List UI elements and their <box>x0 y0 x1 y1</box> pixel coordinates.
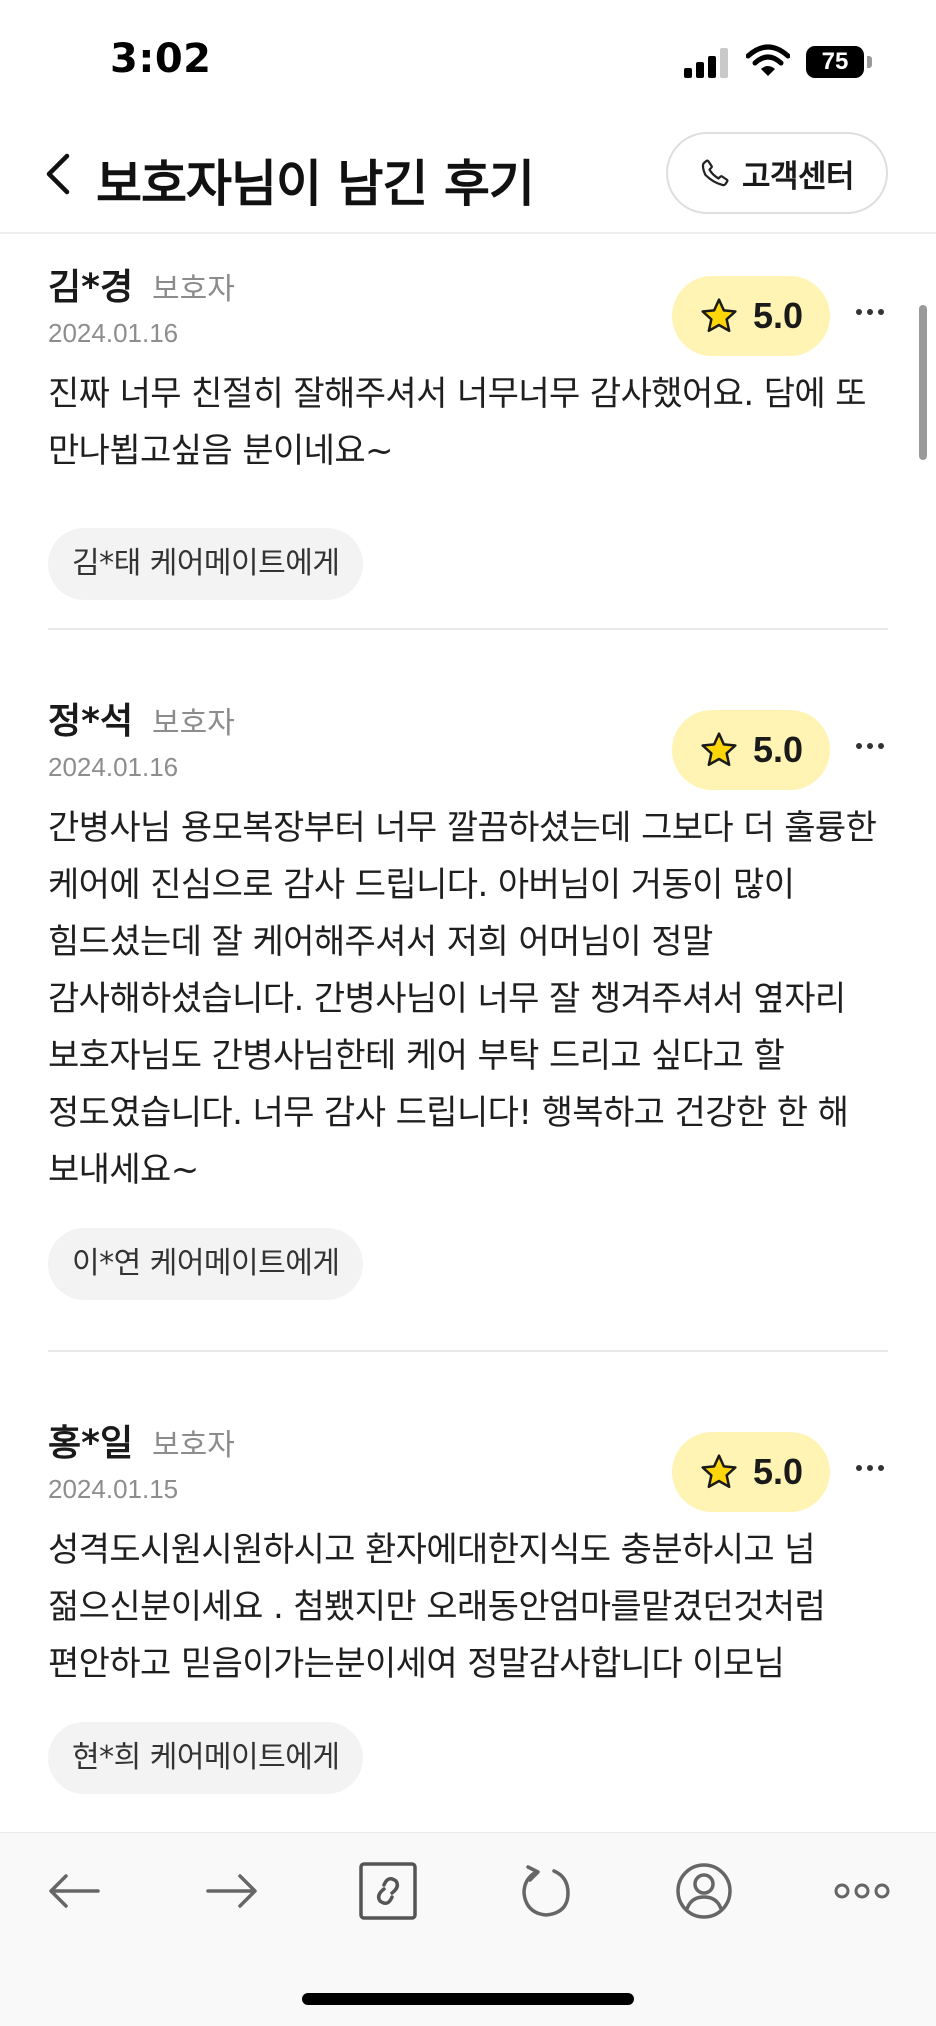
customer-center-label: 고객센터 <box>741 158 855 195</box>
scrollbar[interactable] <box>919 305 927 460</box>
reviewer-name: 홍*일 <box>48 1423 134 1464</box>
reviewer-name: 정*석 <box>48 701 134 742</box>
arrow-left-icon <box>49 1874 100 1908</box>
chevron-left-icon <box>46 153 70 195</box>
rating-badge: 5.0 <box>672 710 830 790</box>
more-horizontal-icon <box>834 1883 890 1899</box>
star-icon <box>701 1454 737 1489</box>
link-box-icon <box>359 1862 417 1920</box>
review-text: 진짜 너무 친절히 잘해주셔서 너무너무 감사했어요. 담에 또 만나뵙고싶음 … <box>48 374 867 471</box>
phone-icon <box>701 159 729 187</box>
nav-forward-button[interactable] <box>202 1861 262 1921</box>
nav-back-button[interactable] <box>44 1861 104 1921</box>
customer-center-button[interactable]: 고객센터 <box>666 132 888 214</box>
review-card: 김*경 보호자 2024.01.16 5.0 진짜 너무 친절히 잘해주셔서 너… <box>48 258 888 618</box>
more-options-button[interactable] <box>850 292 890 332</box>
cellular-signal-icon <box>684 48 730 78</box>
rating-value: 5.0 <box>752 729 804 770</box>
page-title: 보호자님이 남긴 후기 <box>96 155 535 213</box>
more-options-button[interactable] <box>850 726 890 766</box>
star-icon <box>701 732 737 767</box>
rating-badge: 5.0 <box>672 276 830 356</box>
review-list: 김*경 보호자 2024.01.16 5.0 진짜 너무 친절히 잘해주셔서 너… <box>0 236 936 1832</box>
refresh-button[interactable] <box>516 1861 576 1921</box>
reviewer-role: 보호자 <box>152 272 235 307</box>
rating-value: 5.0 <box>752 1451 804 1492</box>
battery-icon: 75 <box>806 46 872 78</box>
battery-level: 75 <box>806 46 864 78</box>
wifi-icon <box>745 44 791 82</box>
star-icon <box>701 298 737 333</box>
status-time: 3:02 <box>110 36 212 82</box>
reviewer-role: 보호자 <box>152 706 235 741</box>
status-bar: 3:02 75 <box>0 0 936 120</box>
recipient-chip: 현*희 케어메이트에게 <box>48 1722 364 1794</box>
reviewer-role: 보호자 <box>152 1428 235 1463</box>
review-text: 성격도시원시원하시고 환자에대한지식도 충분하시고 넘 젊으신분이세요 . 첨뵀… <box>48 1530 826 1684</box>
share-link-button[interactable] <box>358 1861 418 1921</box>
rating-badge: 5.0 <box>672 1432 830 1512</box>
reviewer-name: 김*경 <box>48 267 134 308</box>
review-card: 홍*일 보호자 2024.01.15 5.0 성격도시원시원하시고 환자에대한지… <box>48 1414 888 1832</box>
profile-button[interactable] <box>674 1861 734 1921</box>
divider <box>48 1350 888 1352</box>
bottom-safe-area <box>0 1948 936 2026</box>
more-menu-button[interactable] <box>832 1861 892 1921</box>
review-card: 정*석 보호자 2024.01.16 5.0 간병사님 용모복장부터 너무 깔끔… <box>48 692 888 1332</box>
more-options-button[interactable] <box>850 1448 890 1488</box>
browser-toolbar <box>0 1832 936 1948</box>
arrow-right-icon <box>206 1874 257 1908</box>
recipient-chip: 김*태 케어메이트에게 <box>48 528 364 600</box>
review-date: 2024.01.15 <box>48 1474 179 1504</box>
user-circle-icon <box>676 1863 732 1919</box>
divider <box>48 628 888 630</box>
recipient-chip: 이*연 케어메이트에게 <box>48 1228 364 1300</box>
back-button[interactable] <box>28 144 88 204</box>
rating-value: 5.0 <box>752 295 804 336</box>
review-date: 2024.01.16 <box>48 318 179 348</box>
refresh-icon <box>522 1865 570 1917</box>
review-date: 2024.01.16 <box>48 752 179 782</box>
app-header: 보호자님이 남긴 후기 고객센터 <box>0 120 936 234</box>
review-text: 간병사님 용모복장부터 너무 깔끔하셨는데 그보다 더 훌륭한 케어에 진심으로… <box>48 808 877 1190</box>
home-indicator[interactable] <box>302 1993 634 2005</box>
